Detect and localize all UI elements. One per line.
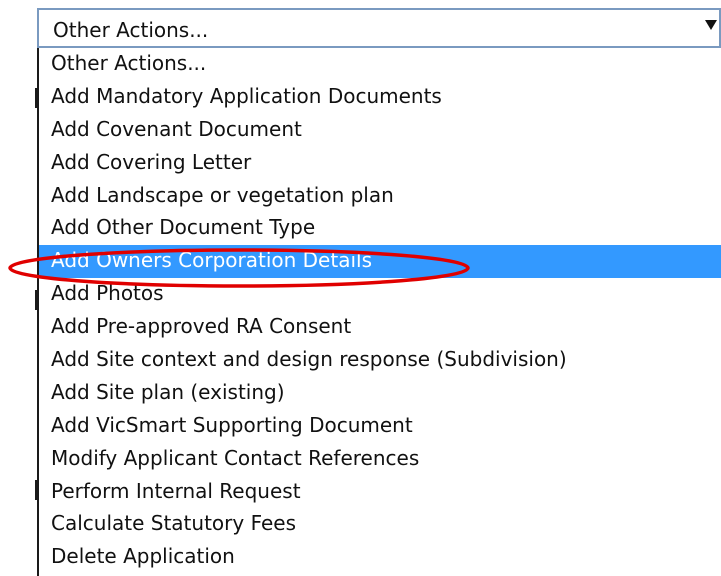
option-add-covering-letter[interactable]: Add Covering Letter bbox=[39, 147, 721, 180]
option-delete-application[interactable]: Delete Application bbox=[39, 541, 721, 574]
option-add-site-context-design-response[interactable]: Add Site context and design response (Su… bbox=[39, 344, 721, 377]
option-perform-internal-request[interactable]: Perform Internal Request bbox=[39, 476, 721, 509]
option-modify-applicant-contact-references[interactable]: Modify Applicant Contact References bbox=[39, 443, 721, 476]
option-add-owners-corporation-details[interactable]: Add Owners Corporation Details bbox=[39, 245, 721, 279]
option-add-vicsmart-supporting-document[interactable]: Add VicSmart Supporting Document bbox=[39, 410, 721, 443]
option-add-mandatory-application-documents[interactable]: Add Mandatory Application Documents bbox=[39, 81, 721, 114]
page: Other Actions... Other Actions... Add Ma… bbox=[0, 0, 721, 576]
option-add-covenant-document[interactable]: Add Covenant Document bbox=[39, 114, 721, 147]
dropdown-option-list: Other Actions... Add Mandatory Applicati… bbox=[37, 48, 721, 576]
dropdown-arrow-icon[interactable] bbox=[705, 20, 717, 30]
option-other-actions[interactable]: Other Actions... bbox=[39, 48, 721, 81]
select-current-value: Other Actions... bbox=[53, 18, 209, 42]
option-add-other-document-type[interactable]: Add Other Document Type bbox=[39, 212, 721, 245]
other-actions-select[interactable]: Other Actions... bbox=[37, 8, 721, 48]
option-calculate-statutory-fees[interactable]: Calculate Statutory Fees bbox=[39, 508, 721, 541]
option-add-pre-approved-ra-consent[interactable]: Add Pre-approved RA Consent bbox=[39, 311, 721, 344]
option-add-site-plan-existing[interactable]: Add Site plan (existing) bbox=[39, 377, 721, 410]
option-add-photos[interactable]: Add Photos bbox=[39, 278, 721, 311]
option-add-landscape-plan[interactable]: Add Landscape or vegetation plan bbox=[39, 180, 721, 213]
